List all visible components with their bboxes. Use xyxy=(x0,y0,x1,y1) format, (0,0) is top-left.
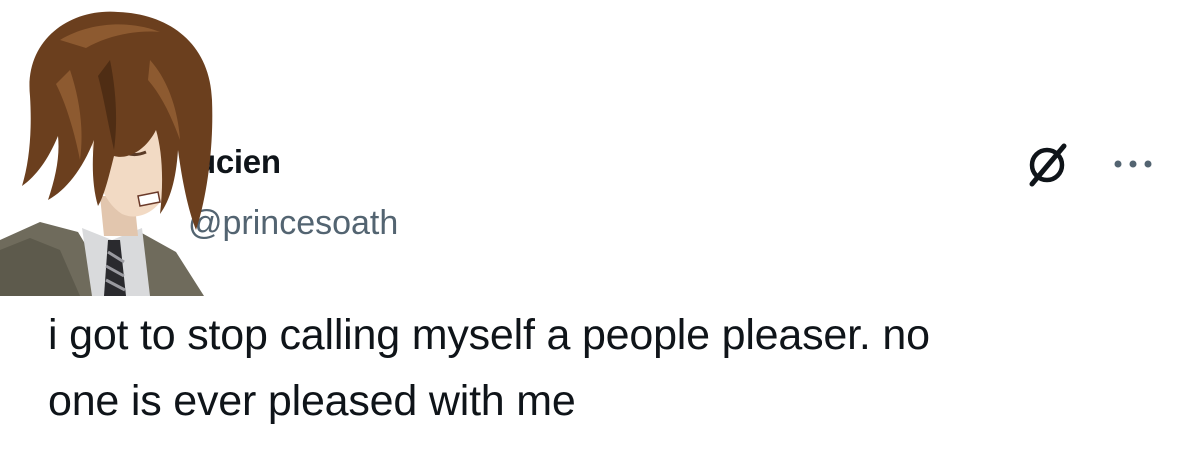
user-handle[interactable]: @princesoath xyxy=(188,202,398,244)
grok-icon xyxy=(1029,143,1067,187)
grok-button[interactable] xyxy=(1022,140,1072,190)
avatar[interactable] xyxy=(0,0,215,296)
tweet-text: i got to stop calling myself a people pl… xyxy=(48,302,1168,434)
more-options-button[interactable] xyxy=(1110,146,1156,182)
tweet-text-line: i got to stop calling myself a people pl… xyxy=(48,311,930,359)
anime-character-avatar-icon xyxy=(0,11,213,296)
tweet-card: ucien @princesoath i got to stop calling… xyxy=(0,0,1200,463)
tweet-text-line: one is ever pleased with me xyxy=(48,377,576,425)
more-options-icon xyxy=(1114,160,1152,168)
